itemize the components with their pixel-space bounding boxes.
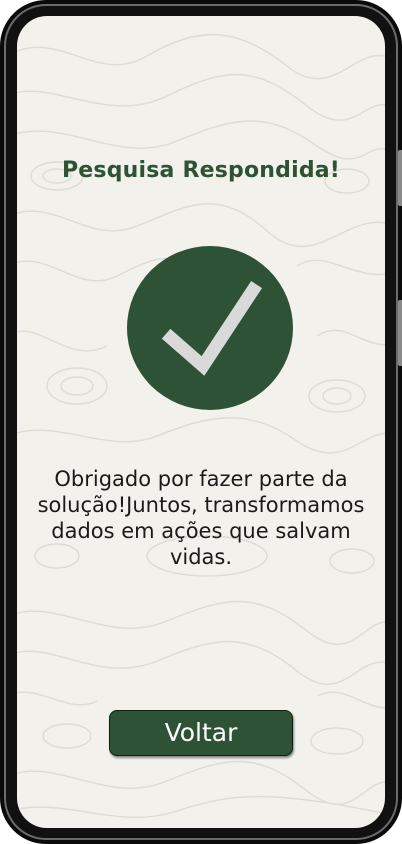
success-badge (127, 246, 293, 410)
phone-frame: Pesquisa Respondida! Obrigado por fazer … (0, 0, 402, 844)
checkmark-icon (161, 280, 263, 376)
page-title: Pesquisa Respondida! (61, 158, 341, 183)
back-button[interactable]: Voltar (109, 710, 293, 756)
thank-you-message: Obrigado por fazer parte da solução!Junt… (37, 467, 365, 569)
power-button (398, 300, 402, 366)
topographic-background-pattern (17, 33, 385, 819)
app-screen: Pesquisa Respondida! Obrigado por fazer … (17, 16, 385, 828)
volume-button (398, 150, 402, 206)
